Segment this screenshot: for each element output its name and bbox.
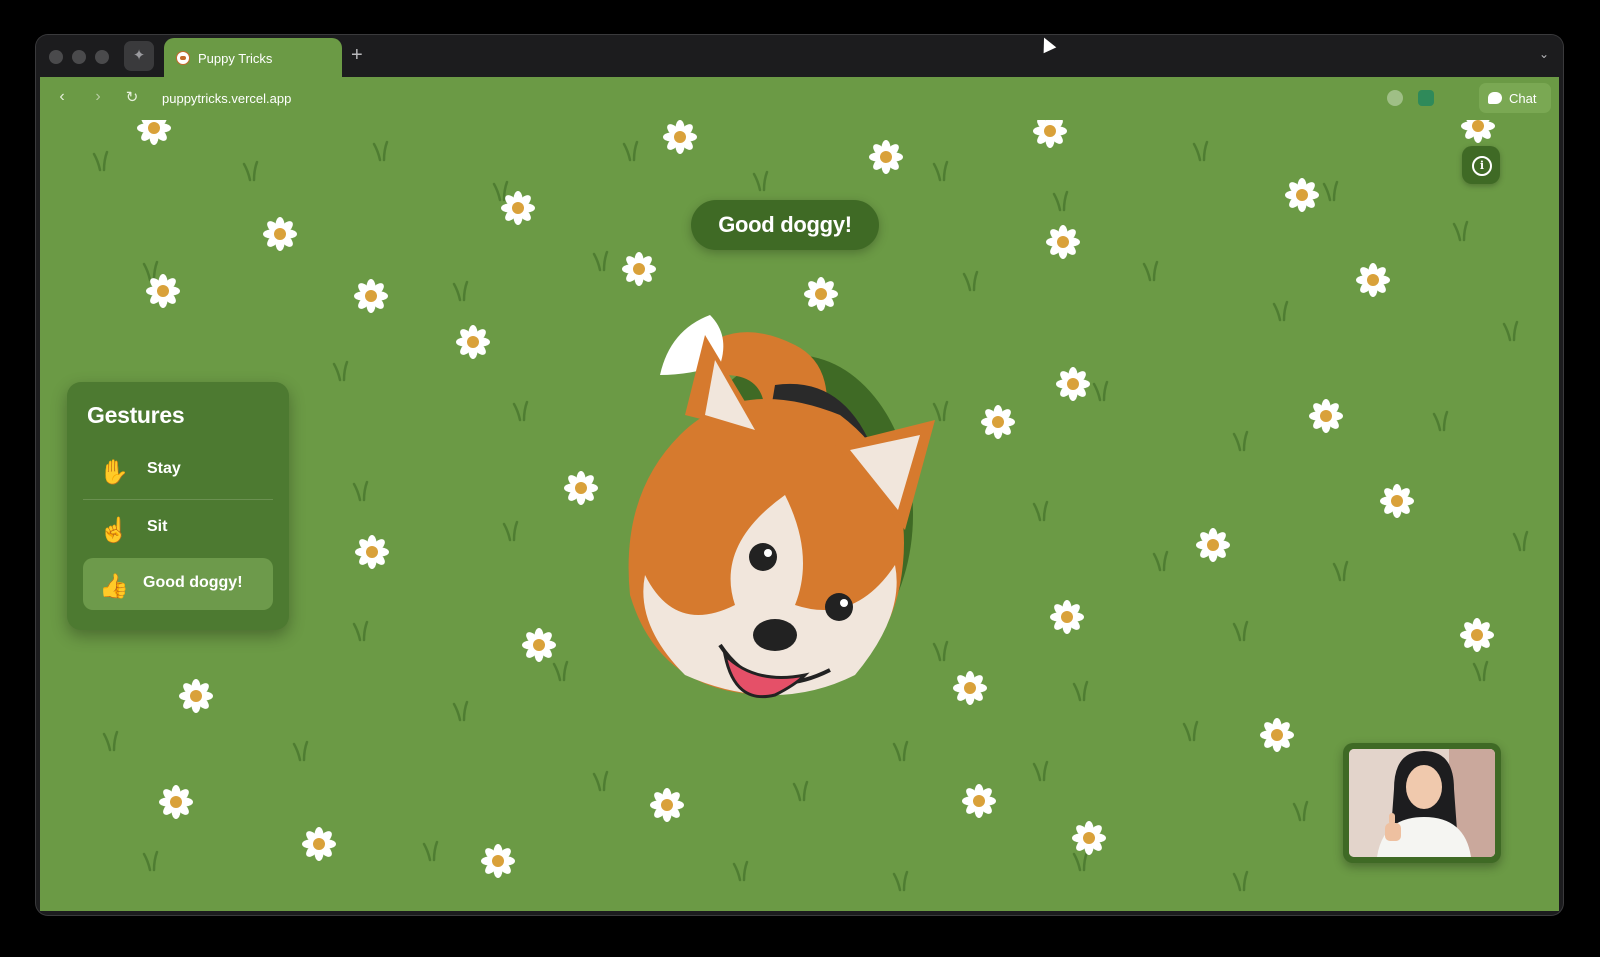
webcam-preview [1343,743,1501,863]
gesture-label: Stay [147,460,181,477]
extension-icon[interactable] [1418,90,1434,106]
game-viewport: i Good doggy! Gestures ✋ Stay ☝ Sit 👍 Go… [40,120,1559,911]
gesture-label: Sit [147,518,168,535]
person-thumbs-up-image [1349,749,1495,857]
divider [83,499,273,500]
address-bar[interactable]: puppytricks.vercel.app [162,91,291,106]
gesture-item-good-doggy[interactable]: 👍 Good doggy! [83,558,273,610]
tab-title: Puppy Tricks [198,51,273,66]
gestures-panel: Gestures ✋ Stay ☝ Sit 👍 Good doggy! [67,382,289,630]
forward-icon[interactable]: › [88,88,108,106]
mouse-cursor-icon [1037,35,1057,54]
new-tab-button[interactable]: + [351,44,363,67]
minimize-window-button[interactable] [72,50,86,64]
browser-toolbar: ‹ › ↻ puppytricks.vercel.app Chat [40,77,1559,121]
corgi-favicon-icon [176,51,190,65]
corgi-illustration [628,315,935,699]
feedback-toast: Good doggy! [691,200,879,250]
chevron-down-icon[interactable]: ⌄ [1539,47,1549,61]
chat-label: Chat [1509,91,1537,106]
gesture-item-sit[interactable]: ☝ Sit [83,502,273,554]
record-extension-icon[interactable] [1387,90,1403,106]
browser-window: ✦ Puppy Tricks + ⌄ ‹ › ↻ puppytricks.ver… [36,35,1563,915]
zoom-window-button[interactable] [95,50,109,64]
gesture-label: Good doggy! [143,574,243,591]
thumbs-up-icon: 👍 [99,573,129,600]
webcam-feed [1349,749,1495,857]
raised-hand-icon: ✋ [99,459,129,486]
sidebar-pin-icon[interactable]: ✦ [124,41,154,71]
info-icon: i [1472,156,1492,176]
chat-icon [1488,92,1502,104]
index-finger-up-icon: ☝ [99,517,129,544]
tab-puppy-tricks[interactable]: Puppy Tricks [164,38,342,78]
back-icon[interactable]: ‹ [52,88,72,106]
info-button[interactable]: i [1462,146,1500,184]
reload-icon[interactable]: ↻ [122,88,142,106]
close-window-button[interactable] [49,50,63,64]
chat-button[interactable]: Chat [1479,83,1551,113]
gesture-item-stay[interactable]: ✋ Stay [83,444,273,496]
title-bar: ✦ Puppy Tricks + ⌄ [36,35,1563,78]
gestures-title: Gestures [87,402,185,428]
